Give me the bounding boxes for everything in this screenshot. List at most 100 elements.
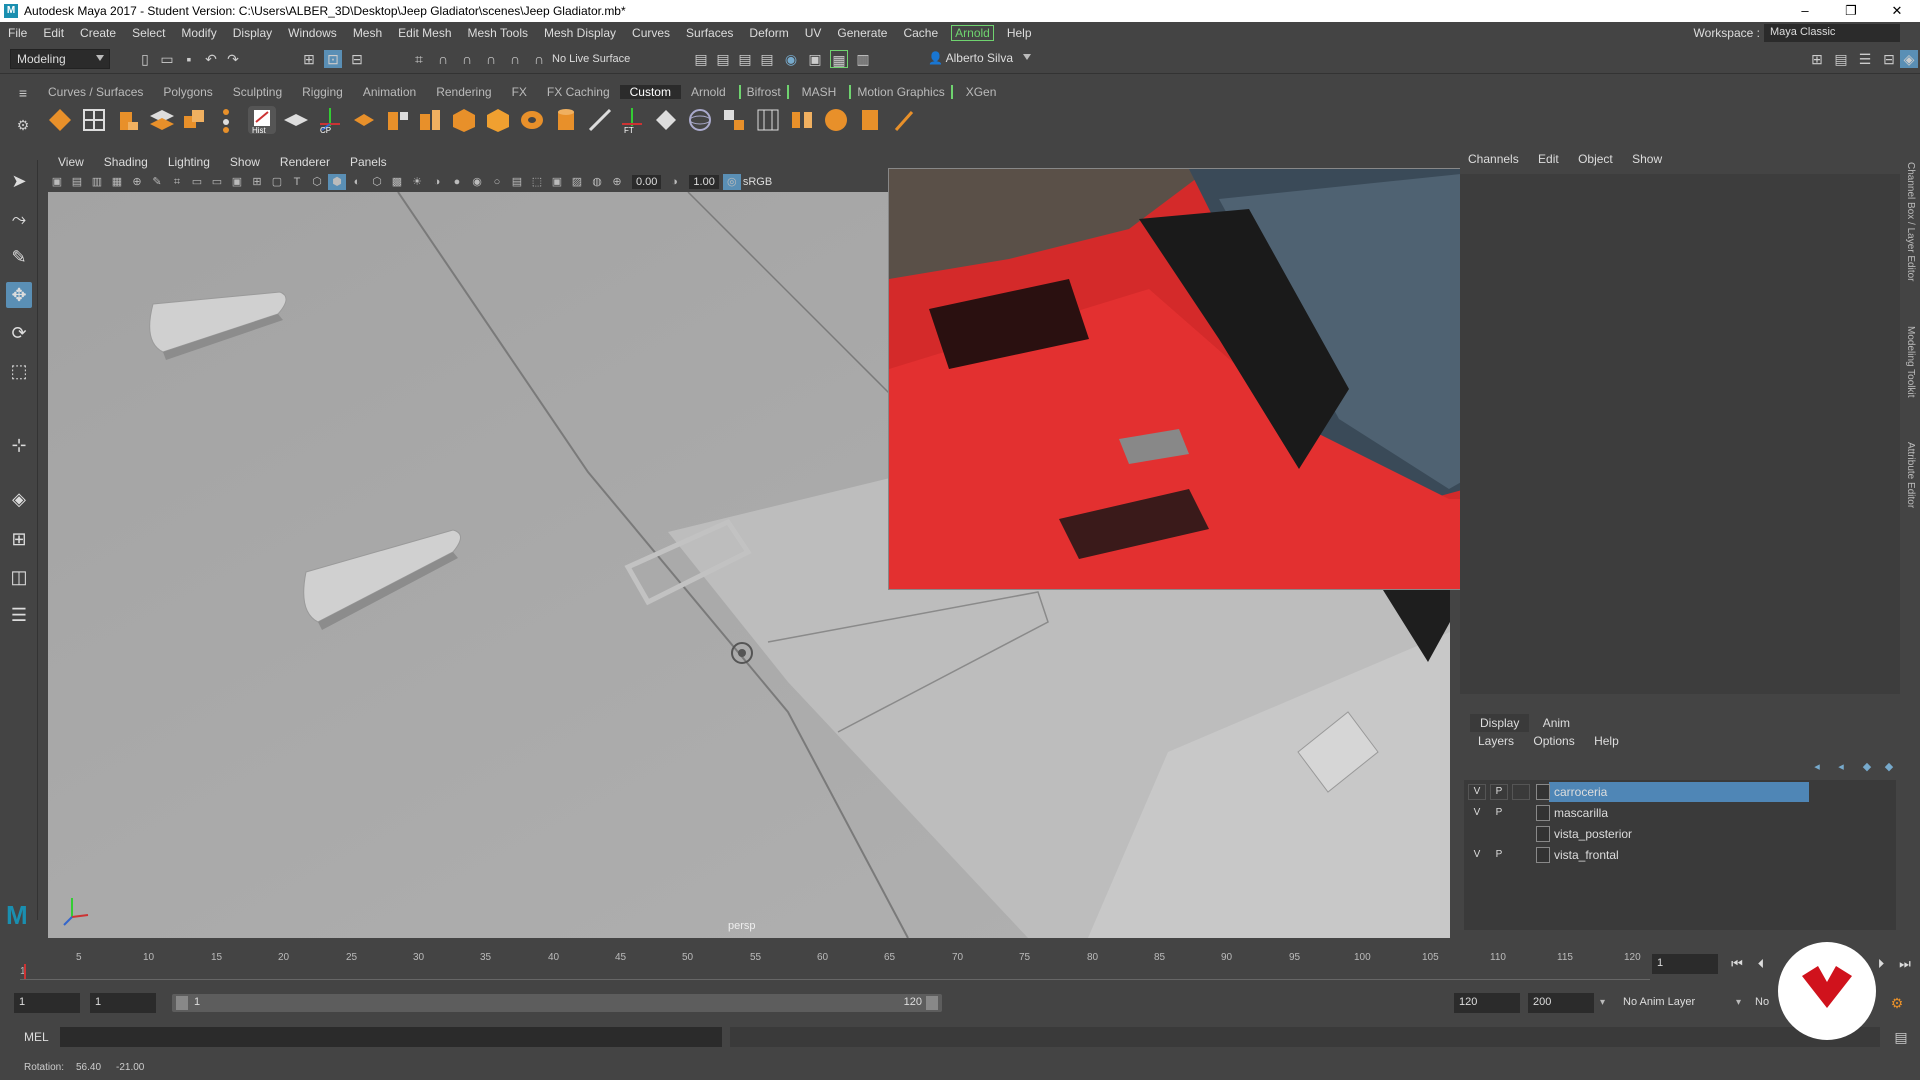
script-editor-icon[interactable]: ▤ <box>1892 1028 1910 1046</box>
viewport-menu-shading[interactable]: Shading <box>94 155 158 169</box>
shelf-tab-curves-surfaces[interactable]: Curves / Surfaces <box>38 85 153 99</box>
2d-pan-icon[interactable]: ⊕ <box>128 174 146 190</box>
render-settings-icon[interactable]: ▤ <box>758 50 776 68</box>
poly-torus-icon[interactable] <box>518 106 546 134</box>
snap-curve-icon[interactable]: ∩ <box>434 50 452 68</box>
depth-of-field-icon[interactable]: ▤ <box>508 174 526 190</box>
layer-visibility-toggle[interactable]: V <box>1468 847 1486 863</box>
layer-editor-menu-help[interactable]: Help <box>1586 734 1627 748</box>
playback-end-field[interactable]: 120 <box>1454 993 1520 1013</box>
snap-point-icon[interactable]: ∩ <box>458 50 476 68</box>
gate-mask-icon[interactable]: ▣ <box>228 174 246 190</box>
quad-draw-icon[interactable] <box>586 106 614 134</box>
viewport-menu-panels[interactable]: Panels <box>340 155 397 169</box>
use-default-material-icon[interactable]: ◐ <box>348 174 366 190</box>
layer-playback-toggle[interactable]: P <box>1490 847 1508 863</box>
open-scene-icon[interactable]: ▭ <box>158 50 176 68</box>
chevron-down-icon[interactable]: ▾ <box>1736 997 1741 1008</box>
live-surface-label[interactable]: No Live Surface <box>552 53 630 65</box>
layer-color-swatch[interactable] <box>1536 805 1550 821</box>
bridge-icon[interactable] <box>148 106 176 134</box>
anti-aliasing-icon[interactable]: ○ <box>488 174 506 190</box>
camera-attributes-icon[interactable]: ▤ <box>68 174 86 190</box>
shelf-tab-rigging[interactable]: Rigging <box>292 85 353 99</box>
safe-title-icon[interactable]: T <box>288 174 306 190</box>
layer-row[interactable]: vista_posterior <box>1464 824 1896 844</box>
menu-mesh-display[interactable]: Mesh Display <box>536 26 624 40</box>
hypershade-icon[interactable]: ◉ <box>782 50 800 68</box>
menu-uv[interactable]: UV <box>797 26 830 40</box>
current-frame-field[interactable]: 1 <box>1652 954 1718 974</box>
paint-select-tool-icon[interactable]: ✎ <box>6 244 32 270</box>
exposure-icon[interactable]: ⊕ <box>608 174 626 190</box>
viewport-menu-show[interactable]: Show <box>220 155 270 169</box>
bevel-icon[interactable] <box>114 106 142 134</box>
layer-name[interactable]: carroceria <box>1554 785 1607 799</box>
menu-surfaces[interactable]: Surfaces <box>678 26 741 40</box>
layer-row[interactable]: V P vista_frontal <box>1464 845 1896 865</box>
command-input[interactable] <box>60 1027 722 1047</box>
viewport-menu-view[interactable]: View <box>48 155 94 169</box>
multi-cut-icon[interactable] <box>80 106 108 134</box>
render-view-icon[interactable]: ▣ <box>806 50 824 68</box>
xray-components-icon[interactable]: ◍ <box>588 174 606 190</box>
poly-cube-icon[interactable] <box>450 106 478 134</box>
color-space-label[interactable]: sRGB <box>743 176 772 188</box>
combine-icon[interactable] <box>180 106 208 134</box>
arnold-ipr-icon[interactable]: ▥ <box>854 50 872 68</box>
anim-layer-select[interactable]: No Anim Layer <box>1618 993 1738 1013</box>
menu-modify[interactable]: Modify <box>173 26 224 40</box>
scale-tool-icon[interactable]: ⬚ <box>6 358 32 384</box>
layer-row[interactable]: V P mascarilla <box>1464 803 1896 823</box>
side-tab-modeling-toolkit[interactable]: Modeling Toolkit <box>1905 326 1916 398</box>
tool-settings-toggle-icon[interactable]: ☰ <box>1856 50 1874 68</box>
poly-cube-alt-icon[interactable] <box>484 106 512 134</box>
poly-sphere-icon[interactable] <box>822 106 850 134</box>
layer-editor-menu-options[interactable]: Options <box>1525 734 1582 748</box>
mirror-icon[interactable] <box>384 106 412 134</box>
menu-create[interactable]: Create <box>72 26 124 40</box>
grease-pencil-icon[interactable]: ✎ <box>148 174 166 190</box>
boolean-icon[interactable] <box>720 106 748 134</box>
select-camera-icon[interactable]: ▣ <box>48 174 66 190</box>
menu-windows[interactable]: Windows <box>280 26 345 40</box>
isolate-select-icon[interactable]: ⬚ <box>528 174 546 190</box>
bookmarks-icon[interactable]: ▥ <box>88 174 106 190</box>
image-plane-icon[interactable]: ▦ <box>108 174 126 190</box>
shadows-icon[interactable]: ◑ <box>428 174 446 190</box>
layer-editor-toggle-icon[interactable]: ◈ <box>1900 50 1918 68</box>
poly-cylinder-tall-icon[interactable] <box>856 106 884 134</box>
range-start-handle[interactable] <box>176 996 188 1010</box>
shelf-tab-sculpting[interactable]: Sculpting <box>223 85 292 99</box>
layer-editor-menu-layers[interactable]: Layers <box>1470 734 1522 748</box>
layer-playback-toggle[interactable]: P <box>1490 805 1508 821</box>
smooth-shade-icon[interactable]: ⬢ <box>328 174 346 190</box>
outliner-layout-icon[interactable]: ☰ <box>6 602 32 628</box>
use-all-lights-icon[interactable]: ☀ <box>408 174 426 190</box>
go-to-end-icon[interactable]: ⏭ <box>1896 955 1914 973</box>
shelf-tab-bifrost[interactable]: Bifrost <box>738 85 789 99</box>
redo-icon[interactable]: ↷ <box>224 50 242 68</box>
freeze-transform-icon[interactable] <box>282 106 310 134</box>
layer-display-type-toggle[interactable] <box>1512 826 1530 842</box>
viewport-menu-renderer[interactable]: Renderer <box>270 155 340 169</box>
layer-color-swatch[interactable] <box>1536 826 1550 842</box>
shelf-tab-xgen[interactable]: XGen <box>956 85 1007 99</box>
motion-blur-icon[interactable]: ◉ <box>468 174 486 190</box>
resolution-gate-icon[interactable]: ▭ <box>208 174 226 190</box>
layer-visibility-toggle[interactable]: V <box>1468 805 1486 821</box>
ambient-occlusion-icon[interactable]: ● <box>448 174 466 190</box>
new-empty-layer-icon[interactable]: ◆ <box>1858 758 1876 776</box>
poly-cylinder-icon[interactable] <box>552 106 580 134</box>
shelf-tab-mash[interactable]: MASH <box>792 85 847 99</box>
channel-box-menu-edit[interactable]: Edit <box>1530 152 1567 166</box>
menu-file[interactable]: File <box>0 26 35 40</box>
menu-select[interactable]: Select <box>124 26 173 40</box>
menu-mesh[interactable]: Mesh <box>345 26 390 40</box>
color-management-icon[interactable]: ◎ <box>722 174 741 190</box>
move-tool-icon[interactable]: ✥ <box>6 282 32 308</box>
modeling-toolkit-toggle-icon[interactable]: ⊞ <box>1808 50 1826 68</box>
lasso-tool-icon[interactable]: ⤳ <box>6 206 32 232</box>
range-end-handle[interactable] <box>926 996 938 1010</box>
shelf-tab-fx-caching[interactable]: FX Caching <box>537 85 620 99</box>
